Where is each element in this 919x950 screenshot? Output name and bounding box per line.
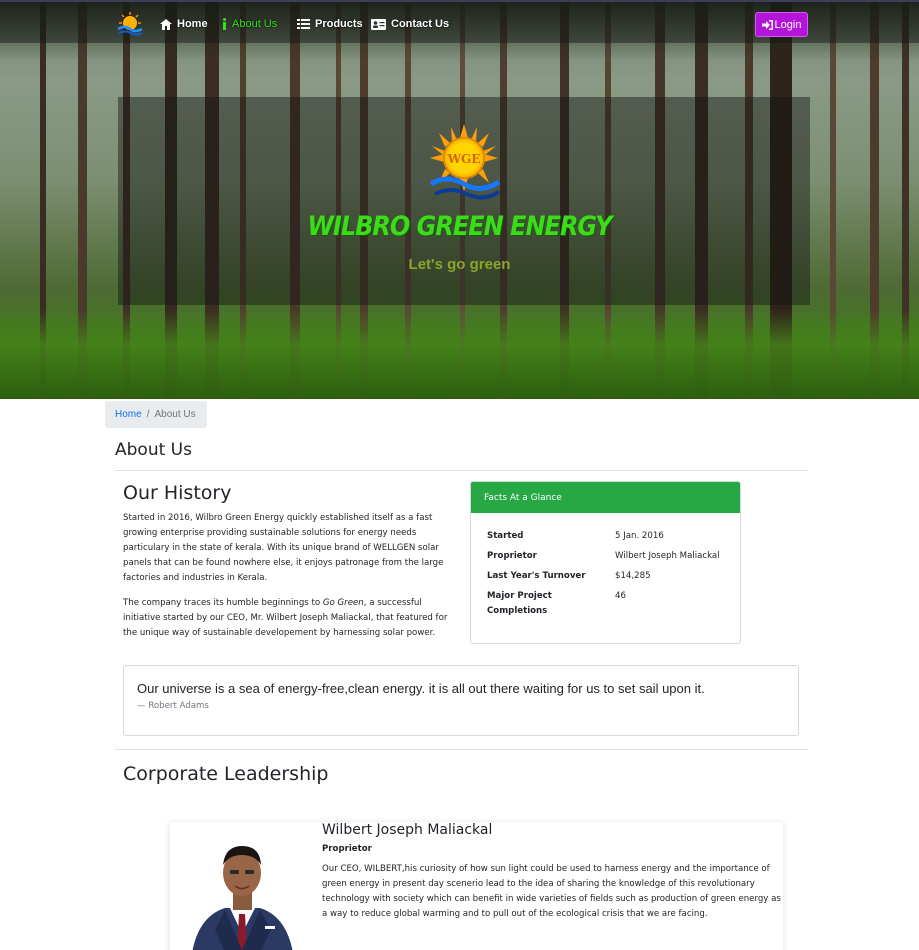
facts-card: Facts At a Glance Started 5 Jan. 2016 Pr… xyxy=(470,481,741,644)
info-icon xyxy=(223,18,226,30)
divider xyxy=(115,749,808,750)
fact-label: Proprietor xyxy=(487,551,537,561)
site-tagline: Let's go green xyxy=(408,256,511,273)
nav-home[interactable]: Home xyxy=(160,16,208,32)
breadcrumb-separator: / xyxy=(146,409,150,420)
fact-value: Wilbert Joseph Maliackal xyxy=(615,551,720,561)
sign-in-icon xyxy=(761,19,773,30)
leader-card: Wilbert Joseph Maliackal Proprietor Our … xyxy=(170,822,783,950)
home-icon xyxy=(160,18,172,30)
nav-home-label: Home xyxy=(177,18,208,30)
fact-label: Started xyxy=(487,531,524,541)
leadership-heading: Corporate Leadership xyxy=(123,763,329,785)
company-logo-text: WGE xyxy=(447,152,481,166)
divider xyxy=(115,470,808,471)
nav-about-label: About Us xyxy=(232,18,278,30)
leader-bio: Our CEO, WILBERT,his curiosity of how su… xyxy=(322,864,781,919)
quote-author: — Robert Adams xyxy=(137,701,209,711)
facts-heading: Facts At a Glance xyxy=(471,482,740,513)
nav-products[interactable]: Products xyxy=(297,16,363,32)
brand-logo[interactable] xyxy=(116,11,144,37)
navbar: Home About Us Products Contact Us Login xyxy=(0,0,919,43)
address-card-icon xyxy=(371,18,386,30)
company-logo: WGE xyxy=(429,124,501,200)
history-p2-emphasis: Go Green xyxy=(322,598,364,608)
nav-contact-label: Contact Us xyxy=(391,18,450,30)
login-button[interactable]: Login xyxy=(755,12,808,37)
fact-label: Last Year's Turnover xyxy=(487,571,586,581)
fact-value: $14,285 xyxy=(615,571,651,581)
nav-contact[interactable]: Contact Us xyxy=(371,16,449,32)
nav-products-label: Products xyxy=(315,18,363,30)
quote-block: Our universe is a sea of energy-free,cle… xyxy=(123,665,799,736)
nav-about[interactable]: About Us xyxy=(222,16,277,32)
history-heading: Our History xyxy=(123,482,232,504)
breadcrumb-home-link[interactable]: Home xyxy=(115,409,142,420)
list-icon xyxy=(297,19,310,29)
history-p2-text: The company traces its humble beginnings… xyxy=(123,598,323,608)
site-title: WILBRO GREEN ENERGY xyxy=(307,210,612,242)
quote-text: Our universe is a sea of energy-free,cle… xyxy=(137,681,705,696)
leader-name: Wilbert Joseph Maliackal xyxy=(322,822,493,838)
breadcrumb-current: About Us xyxy=(154,409,196,420)
fact-label: Major Project Completions xyxy=(487,591,552,616)
login-label: Login xyxy=(774,18,802,31)
history-paragraph-2: The company traces its humble beginnings… xyxy=(123,596,459,641)
leader-role: Proprietor xyxy=(322,844,372,854)
page-title: About Us xyxy=(115,440,192,460)
history-paragraph-1: Started in 2016, Wilbro Green Energy qui… xyxy=(123,513,444,583)
leader-photo xyxy=(185,830,300,950)
fact-value: 46 xyxy=(615,591,626,601)
fact-value: 5 Jan. 2016 xyxy=(615,531,664,541)
breadcrumb: Home / About Us xyxy=(105,401,207,428)
